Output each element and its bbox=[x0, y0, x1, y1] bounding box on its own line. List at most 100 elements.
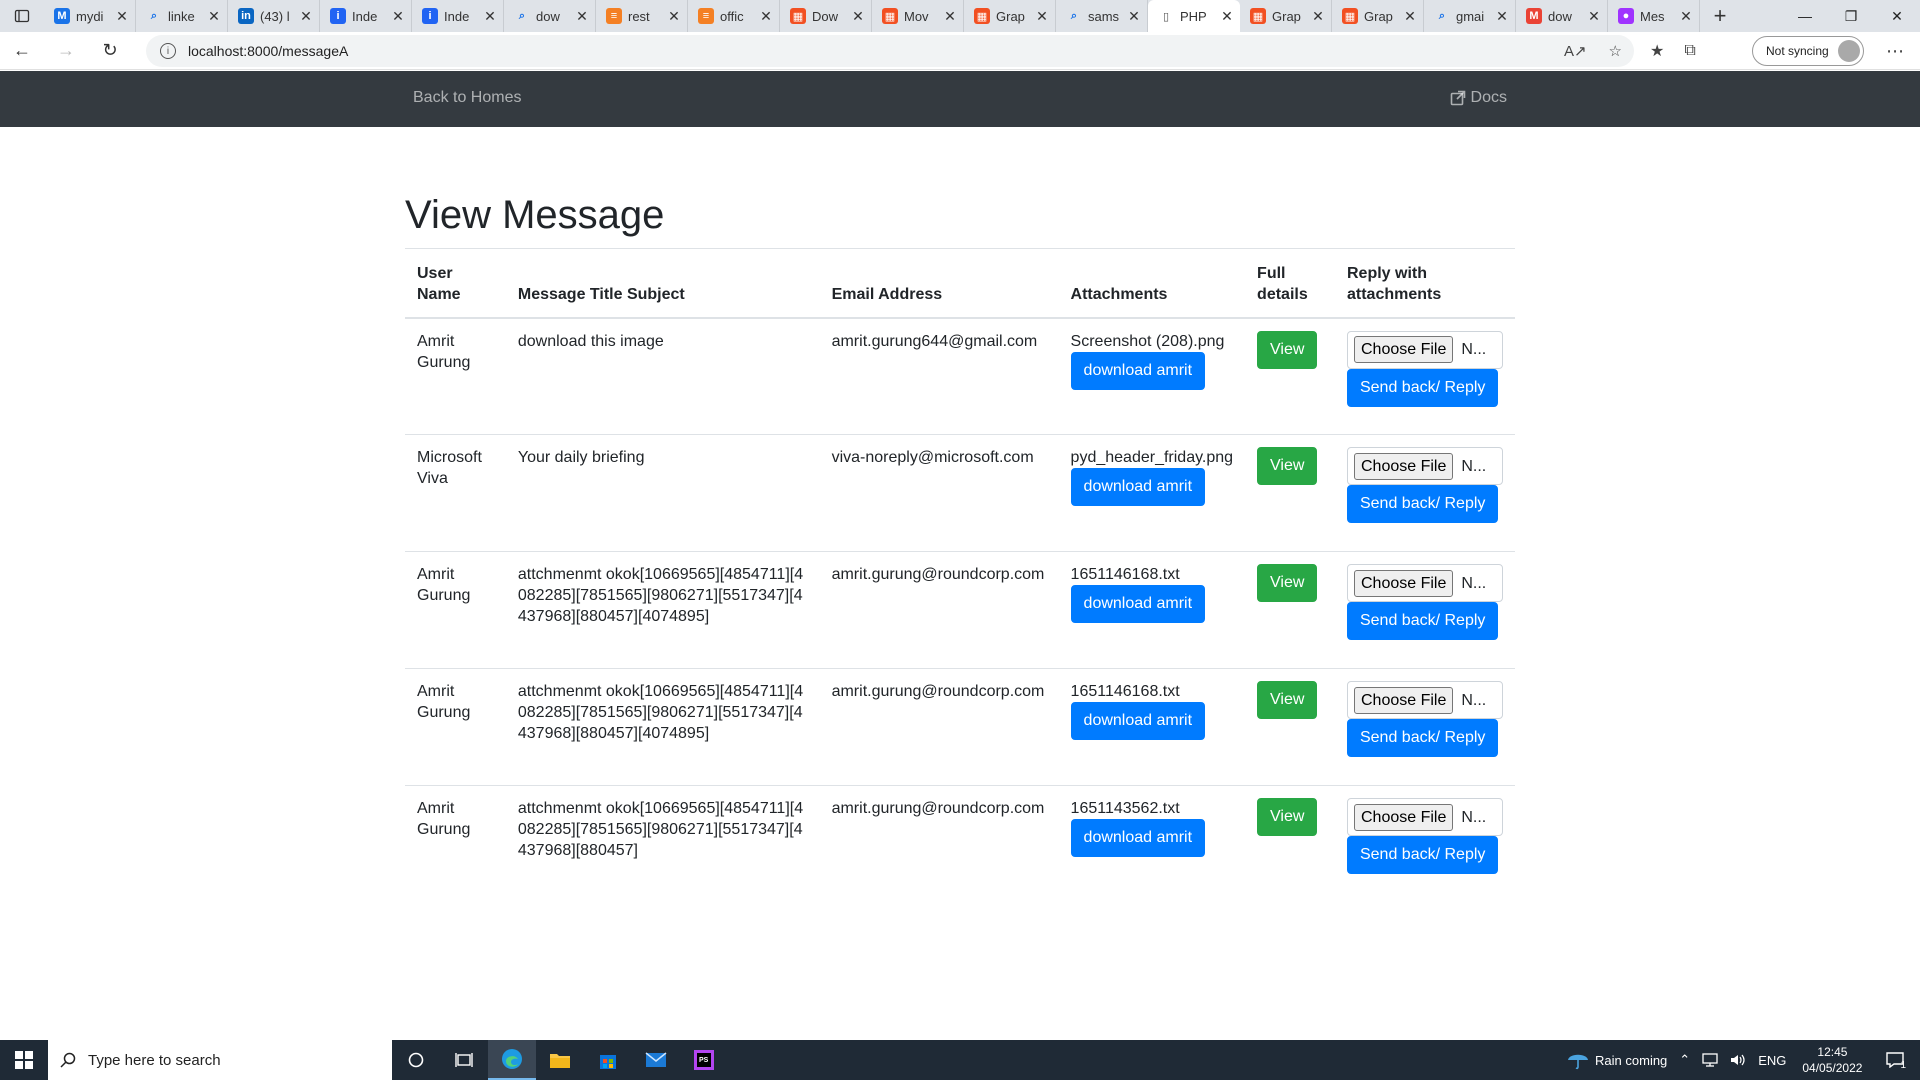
download-button[interactable]: download amrit bbox=[1070, 351, 1206, 390]
tab-close-icon[interactable]: ✕ bbox=[207, 8, 221, 25]
view-button[interactable]: View bbox=[1257, 564, 1318, 602]
file-input[interactable]: Choose File N... bbox=[1346, 798, 1503, 836]
tab-close-icon[interactable]: ✕ bbox=[1495, 8, 1509, 25]
tab-actions-button[interactable] bbox=[0, 0, 44, 32]
tab-close-icon[interactable]: ✕ bbox=[575, 8, 589, 25]
send-reply-button[interactable]: Send back/ Reply bbox=[1346, 368, 1499, 407]
choose-file-button[interactable]: Choose File bbox=[1353, 336, 1454, 363]
browser-tab[interactable]: in (43) l ✕ bbox=[228, 0, 320, 32]
browser-tab[interactable]: ▯ PHP ✕ bbox=[1148, 0, 1240, 32]
tab-close-icon[interactable]: ✕ bbox=[1587, 8, 1601, 25]
download-button[interactable]: download amrit bbox=[1070, 468, 1206, 506]
choose-file-button[interactable]: Choose File bbox=[1353, 452, 1454, 480]
task-view-button[interactable] bbox=[440, 1040, 488, 1080]
browser-tab[interactable]: ▦ Grap ✕ bbox=[1240, 0, 1332, 32]
browser-tab[interactable]: ⌕ dow ✕ bbox=[504, 0, 596, 32]
notification-center-button[interactable]: 1 bbox=[1872, 1050, 1920, 1071]
forward-button[interactable]: → bbox=[44, 32, 88, 70]
view-button[interactable]: View bbox=[1257, 330, 1318, 369]
edge-taskbar-button[interactable] bbox=[488, 1040, 536, 1080]
profile-sync-button[interactable]: Not syncing bbox=[1752, 36, 1864, 66]
site-info-icon[interactable]: i bbox=[160, 43, 176, 59]
browser-tab[interactable]: ⌕ gmai ✕ bbox=[1424, 0, 1516, 32]
clock[interactable]: 12:45 04/05/2022 bbox=[1792, 1044, 1872, 1076]
cortana-icon bbox=[408, 1052, 424, 1068]
browser-tab[interactable]: i Inde ✕ bbox=[412, 0, 504, 32]
tab-close-icon[interactable]: ✕ bbox=[299, 8, 313, 25]
back-button[interactable]: ← bbox=[0, 32, 44, 70]
user-name: Amrit Gurung bbox=[417, 332, 471, 371]
browser-tab[interactable]: i Inde ✕ bbox=[320, 0, 412, 32]
tab-close-icon[interactable]: ✕ bbox=[1311, 8, 1325, 25]
address-bar[interactable]: i localhost:8000/messageA A↗ ☆ bbox=[146, 35, 1634, 67]
file-input[interactable]: Choose File N... bbox=[1346, 330, 1503, 369]
browser-tab[interactable]: ▦ Grap ✕ bbox=[964, 0, 1056, 32]
browser-tab[interactable]: ⌕ sams ✕ bbox=[1056, 0, 1148, 32]
file-explorer-button[interactable] bbox=[536, 1040, 584, 1080]
send-reply-button[interactable]: Send back/ Reply bbox=[1346, 836, 1499, 874]
tab-close-icon[interactable]: ✕ bbox=[759, 8, 773, 25]
mail-button[interactable] bbox=[632, 1040, 680, 1080]
choose-file-button[interactable]: Choose File bbox=[1353, 569, 1454, 597]
docs-link[interactable]: Docs bbox=[1450, 89, 1507, 107]
minimize-button[interactable]: — bbox=[1782, 0, 1828, 32]
browser-tab[interactable]: ≡ rest ✕ bbox=[596, 0, 688, 32]
back-to-homes-link[interactable]: Back to Homes bbox=[413, 89, 521, 107]
view-button[interactable]: View bbox=[1257, 681, 1318, 719]
restore-button[interactable]: ❐ bbox=[1828, 0, 1874, 32]
collections-icon[interactable]: ⧉ bbox=[1684, 42, 1695, 60]
tab-close-icon[interactable]: ✕ bbox=[115, 8, 129, 25]
browser-tab[interactable]: Mdow ✕ bbox=[1516, 0, 1608, 32]
browser-tab[interactable]: ≡ offic ✕ bbox=[688, 0, 780, 32]
tab-close-icon[interactable]: ✕ bbox=[1220, 8, 1234, 25]
taskbar-search-box[interactable]: Type here to search bbox=[48, 1040, 392, 1080]
file-input[interactable]: Choose File N... bbox=[1346, 681, 1503, 719]
tab-close-icon[interactable]: ✕ bbox=[483, 8, 497, 25]
tab-close-icon[interactable]: ✕ bbox=[851, 8, 865, 25]
browser-tab[interactable]: ▦ Mov ✕ bbox=[872, 0, 964, 32]
add-favorite-icon[interactable]: ☆ bbox=[1609, 42, 1622, 60]
view-button[interactable]: View bbox=[1257, 447, 1318, 485]
browser-tab[interactable]: ▦ Dow ✕ bbox=[780, 0, 872, 32]
tab-close-icon[interactable]: ✕ bbox=[1127, 8, 1141, 25]
browser-tab[interactable]: ⌕ linke ✕ bbox=[136, 0, 228, 32]
choose-file-button[interactable]: Choose File bbox=[1353, 686, 1454, 714]
browser-tab[interactable]: Mmydi ✕ bbox=[44, 0, 136, 32]
file-input[interactable]: Choose File N... bbox=[1346, 564, 1503, 602]
table-row: Amrit Gurung attchmenmt okok[10669565][48… bbox=[405, 551, 1515, 669]
browser-tab[interactable]: ● Mes ✕ bbox=[1608, 0, 1700, 32]
store-button[interactable] bbox=[584, 1040, 632, 1080]
favorites-icon[interactable]: ★ bbox=[1650, 41, 1664, 61]
new-tab-button[interactable]: + bbox=[1700, 0, 1740, 32]
file-input[interactable]: Choose File N... bbox=[1346, 447, 1503, 485]
download-button[interactable]: download amrit bbox=[1070, 585, 1206, 623]
tab-close-icon[interactable]: ✕ bbox=[1403, 8, 1417, 25]
more-menu-icon[interactable]: ⋯ bbox=[1880, 32, 1910, 70]
download-button[interactable]: download amrit bbox=[1070, 819, 1206, 857]
network-icon[interactable] bbox=[1696, 1053, 1724, 1067]
send-reply-button[interactable]: Send back/ Reply bbox=[1346, 719, 1499, 757]
language-indicator[interactable]: ENG bbox=[1752, 1053, 1792, 1068]
tab-close-icon[interactable]: ✕ bbox=[667, 8, 681, 25]
close-window-button[interactable]: ✕ bbox=[1874, 0, 1920, 32]
tab-close-icon[interactable]: ✕ bbox=[1035, 8, 1049, 25]
send-reply-button[interactable]: Send back/ Reply bbox=[1346, 485, 1499, 523]
send-reply-button[interactable]: Send back/ Reply bbox=[1346, 602, 1499, 640]
view-button[interactable]: View bbox=[1257, 798, 1318, 836]
url-text[interactable]: localhost:8000/messageA bbox=[188, 43, 348, 59]
volume-icon[interactable] bbox=[1724, 1053, 1752, 1067]
weather-widget[interactable]: Rain coming bbox=[1561, 1050, 1673, 1070]
choose-file-button[interactable]: Choose File bbox=[1353, 803, 1454, 831]
store-icon bbox=[600, 1055, 616, 1069]
reload-button[interactable]: ↻ bbox=[88, 32, 132, 70]
tab-close-icon[interactable]: ✕ bbox=[943, 8, 957, 25]
show-hidden-icons-button[interactable]: ⌃ bbox=[1673, 1052, 1696, 1068]
tab-close-icon[interactable]: ✕ bbox=[1679, 8, 1693, 25]
download-button[interactable]: download amrit bbox=[1070, 702, 1206, 740]
browser-tab[interactable]: ▦ Grap ✕ bbox=[1332, 0, 1424, 32]
phpstorm-button[interactable]: PS bbox=[680, 1040, 728, 1080]
tab-close-icon[interactable]: ✕ bbox=[391, 8, 405, 25]
cortana-button[interactable] bbox=[392, 1040, 440, 1080]
start-button[interactable] bbox=[0, 1040, 48, 1080]
read-aloud-icon[interactable]: A↗ bbox=[1564, 42, 1587, 60]
